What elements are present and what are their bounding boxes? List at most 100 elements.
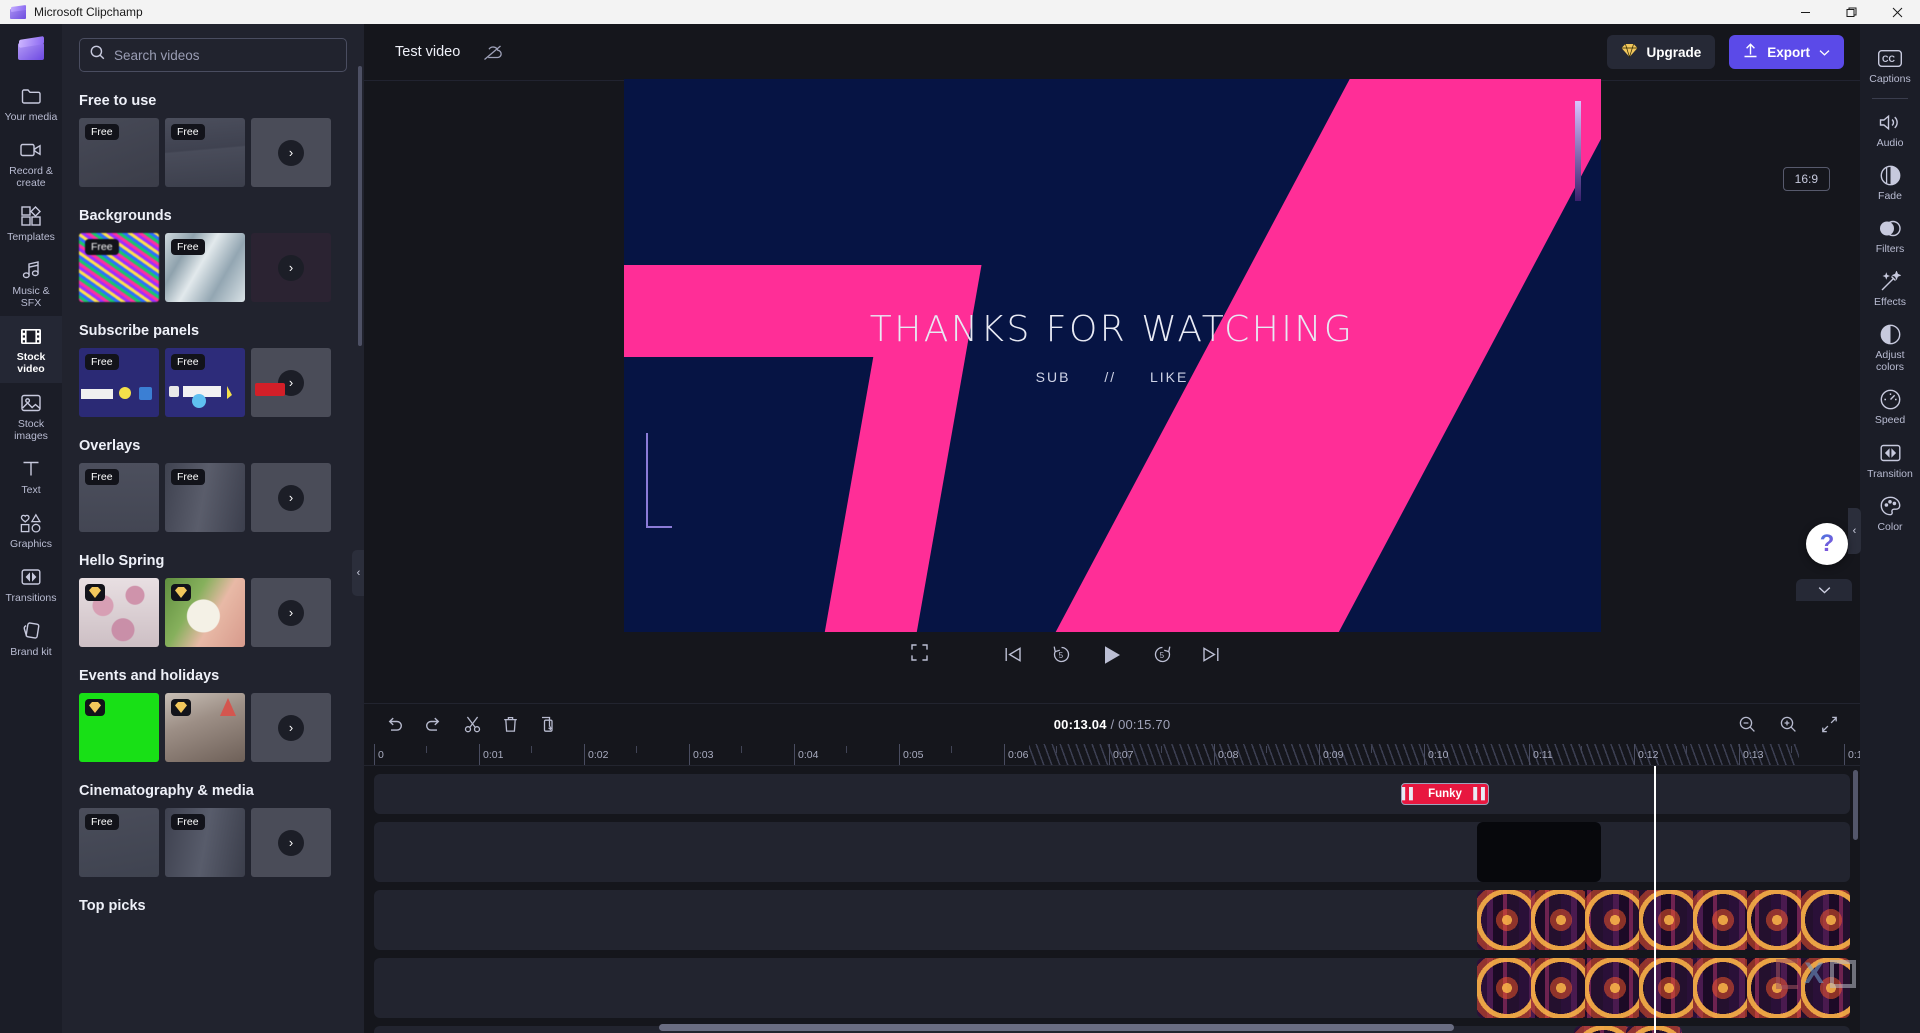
- fullscreen-icon[interactable]: [911, 643, 928, 666]
- skip-to-end-icon[interactable]: [1202, 646, 1220, 663]
- stock-tile[interactable]: [79, 693, 159, 762]
- panel-item-speed[interactable]: Speed: [1860, 379, 1920, 432]
- split-scissors-icon[interactable]: [464, 716, 481, 733]
- stock-tile[interactable]: Free: [165, 118, 245, 187]
- panel-item-label: Audio: [1876, 137, 1904, 150]
- see-more-button[interactable]: ›: [251, 578, 331, 647]
- panel-item-color[interactable]: Color: [1860, 486, 1920, 539]
- help-button[interactable]: ?: [1806, 523, 1848, 565]
- expand-properties-panel-button[interactable]: ‹: [1848, 508, 1861, 554]
- stock-tile[interactable]: [165, 693, 245, 762]
- undo-icon[interactable]: [386, 716, 403, 732]
- search-videos-box[interactable]: [79, 38, 347, 72]
- stock-tile[interactable]: Free: [79, 463, 159, 532]
- sidebar-item-stock-video[interactable]: Stock video: [0, 316, 62, 383]
- video-clip-arcade-1[interactable]: [1477, 890, 1850, 950]
- stock-tile[interactable]: Free: [165, 348, 245, 417]
- stock-tile[interactable]: Free: [79, 808, 159, 877]
- delete-trash-icon[interactable]: [503, 716, 518, 733]
- timeline-tracks[interactable]: ▌▌ Funky ▌▌: [364, 766, 1860, 1033]
- zoom-in-icon[interactable]: [1780, 716, 1797, 733]
- sidebar-item-text[interactable]: Text: [0, 449, 62, 503]
- restore-icon[interactable]: [1828, 0, 1874, 24]
- stock-tile[interactable]: [79, 578, 159, 647]
- see-more-button[interactable]: ›: [251, 233, 331, 302]
- see-more-button[interactable]: ›: [251, 808, 331, 877]
- track-row[interactable]: [374, 958, 1850, 1018]
- see-more-button[interactable]: ›: [251, 693, 331, 762]
- window-titlebar: Microsoft Clipchamp: [0, 0, 1920, 24]
- project-name[interactable]: Test video: [386, 39, 469, 65]
- stock-tile[interactable]: Free: [165, 463, 245, 532]
- video-canvas[interactable]: THANKS FOR WATCHING SUB // LIKE: [623, 78, 1601, 632]
- sidebar-item-graphics[interactable]: Graphics: [0, 503, 62, 557]
- redo-icon[interactable]: [425, 716, 442, 732]
- ruler-tick-minor: [1686, 746, 1690, 753]
- tile-row-cinematography-media: Free Free ›: [79, 808, 347, 877]
- panel-item-label: Captions: [1869, 73, 1911, 85]
- sidebar-item-music-sfx[interactable]: Music & SFX: [0, 250, 62, 316]
- section-title-hello-spring: Hello Spring: [79, 553, 165, 569]
- video-clip-black[interactable]: [1477, 822, 1601, 882]
- clip-left-handle[interactable]: ▌▌: [1402, 784, 1417, 804]
- close-icon[interactable]: [1874, 0, 1920, 24]
- stock-tile[interactable]: Free: [79, 348, 159, 417]
- stock-tile[interactable]: Free: [79, 118, 159, 187]
- search-input[interactable]: [114, 47, 336, 63]
- audio-clip-funky[interactable]: ▌▌ Funky ▌▌: [1401, 783, 1489, 805]
- track-row[interactable]: ▌▌ Funky ▌▌: [374, 774, 1850, 814]
- sidebar-item-brand-kit[interactable]: Brand kit: [0, 611, 62, 665]
- upgrade-button[interactable]: Upgrade: [1607, 35, 1716, 69]
- see-more-button[interactable]: ›: [251, 348, 331, 417]
- cloud-off-icon[interactable]: [483, 44, 503, 61]
- free-badge: Free: [85, 124, 119, 140]
- see-more-button[interactable]: ›: [251, 463, 331, 532]
- timeline-ruler[interactable]: 0 0:01 0:02 0:03 0:04 0:05 0:06 0:07 0:0…: [364, 744, 1860, 766]
- sidebar-item-your-media[interactable]: Your media: [0, 76, 62, 130]
- track-row[interactable]: [374, 822, 1850, 882]
- track-row[interactable]: [374, 890, 1850, 950]
- tile-row-events-and-holidays: ›: [79, 693, 347, 762]
- video-clip-arcade-2[interactable]: [1477, 958, 1850, 1018]
- aspect-ratio-button[interactable]: 16:9: [1782, 167, 1830, 191]
- sidebar-item-label: Record & create: [9, 165, 53, 190]
- stock-tile[interactable]: Free: [165, 233, 245, 302]
- skip-to-start-icon[interactable]: [1004, 646, 1022, 663]
- see-more-button[interactable]: ›: [251, 118, 331, 187]
- panel-item-fade[interactable]: Fade: [1860, 155, 1920, 208]
- sidebar-item-stock-images[interactable]: Stock images: [0, 383, 62, 449]
- collapse-help-button[interactable]: [1796, 579, 1852, 601]
- play-icon[interactable]: [1101, 644, 1123, 666]
- ruler-tick: 0:05: [899, 744, 923, 765]
- minimize-icon[interactable]: [1782, 0, 1828, 24]
- export-button[interactable]: Export: [1729, 35, 1844, 69]
- ruler-tick-minor: [531, 746, 535, 753]
- panel-scrollbar[interactable]: [358, 66, 362, 346]
- svg-text:5: 5: [1160, 651, 1165, 660]
- timeline-horizontal-scrollbar[interactable]: [659, 1024, 1454, 1031]
- timeline-vertical-scrollbar[interactable]: [1853, 770, 1858, 840]
- forward-5-icon[interactable]: 5: [1153, 645, 1172, 664]
- sidebar-item-record-create[interactable]: Record & create: [0, 130, 62, 196]
- rewind-5-icon[interactable]: 5: [1052, 645, 1071, 664]
- panel-item-audio[interactable]: Audio: [1860, 102, 1920, 155]
- stock-tile[interactable]: Free: [165, 808, 245, 877]
- duplicate-icon[interactable]: [540, 716, 555, 733]
- zoom-out-icon[interactable]: [1739, 716, 1756, 733]
- panel-item-captions[interactable]: CC Captions: [1860, 38, 1920, 91]
- section-title-events-and-holidays: Events and holidays: [79, 668, 220, 684]
- panel-item-effects[interactable]: Effects: [1860, 261, 1920, 314]
- sidebar-item-templates[interactable]: Templates: [0, 196, 62, 250]
- collapse-panel-button[interactable]: ‹: [352, 550, 364, 596]
- clip-right-handle[interactable]: ▌▌: [1473, 784, 1488, 804]
- panel-item-transition[interactable]: Transition: [1860, 433, 1920, 486]
- ruler-tick-minor: [1161, 746, 1165, 753]
- stock-tile[interactable]: Free: [79, 233, 159, 302]
- sidebar-item-transitions[interactable]: Transitions: [0, 557, 62, 611]
- image-icon: [20, 392, 42, 414]
- panel-item-adjust-colors[interactable]: Adjust colors: [1860, 314, 1920, 379]
- stock-tile[interactable]: [165, 578, 245, 647]
- fit-to-screen-icon[interactable]: [1821, 716, 1838, 733]
- playhead[interactable]: [1654, 766, 1656, 1033]
- panel-item-filters[interactable]: Filters: [1860, 208, 1920, 261]
